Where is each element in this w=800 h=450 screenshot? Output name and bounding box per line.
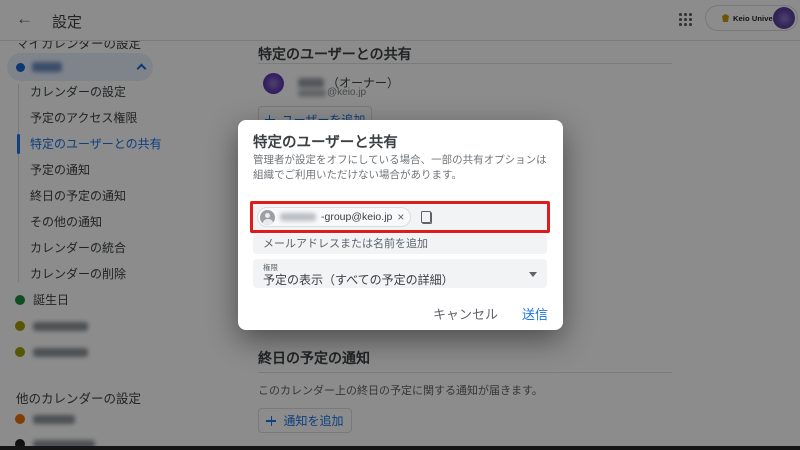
send-button[interactable]: 送信: [522, 304, 548, 323]
annotation-highlight-box: [250, 201, 550, 233]
add-email-input[interactable]: [253, 234, 547, 254]
permission-select[interactable]: 権限 予定の表示（すべての予定の詳細）: [253, 259, 547, 288]
cancel-button[interactable]: キャンセル: [433, 304, 498, 323]
dialog-description: 管理者が設定をオフにしている場合、一部の共有オプションは組織でご利用いただけない…: [253, 153, 549, 183]
dialog-actions: キャンセル 送信: [433, 304, 548, 323]
calendar-settings-screen: マイカレンダーの設定 カレンダーの設定 予定のアクセス権限 特定のユーザーとの共…: [0, 0, 800, 450]
caret-down-icon: [529, 272, 537, 277]
screen-bottom-edge: [0, 446, 800, 450]
dialog-title: 特定のユーザーと共有: [253, 131, 398, 152]
permission-select-value: 予定の表示（すべての予定の詳細）: [263, 271, 454, 288]
